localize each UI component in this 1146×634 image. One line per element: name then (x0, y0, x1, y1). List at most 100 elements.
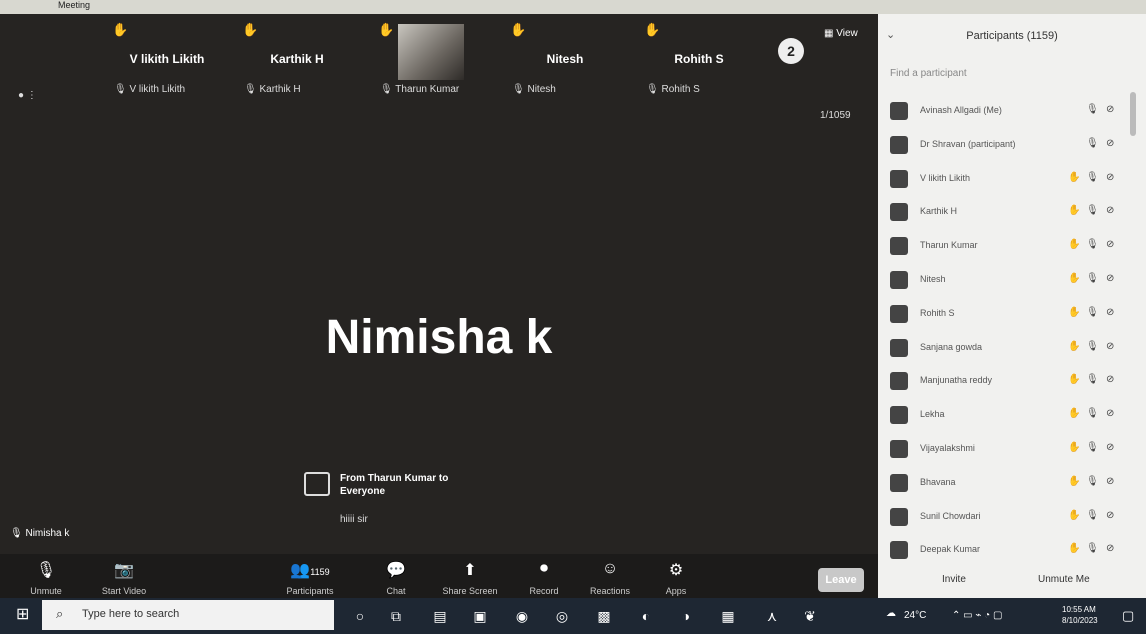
view-button[interactable]: ▦ View (824, 28, 858, 39)
participant-row[interactable]: Nitesh ✋ 🎙 ⊘ (878, 267, 1146, 297)
video-off-icon[interactable]: ⊘ (1106, 239, 1114, 250)
video-off-icon[interactable]: ⊘ (1106, 205, 1114, 216)
video-off-icon[interactable]: ⊘ (1106, 476, 1114, 487)
explorer-icon[interactable]: ▤ (430, 606, 450, 626)
mic-muted-icon[interactable]: 🎙 (1086, 476, 1099, 487)
video-off-icon[interactable]: ⊘ (1106, 341, 1114, 352)
page-indicator: 1/1059 (820, 110, 851, 121)
participant-row[interactable]: Deepak Kumar ✋ 🎙 ⊘ (878, 537, 1146, 567)
zoom-icon[interactable]: ▩ (594, 606, 614, 626)
video-off-icon[interactable]: ⊘ (1106, 543, 1114, 554)
unmute-button[interactable]: 🎙 Unmute (6, 560, 86, 596)
mic-muted-icon[interactable]: 🎙 (1086, 273, 1099, 284)
mic-muted-icon[interactable]: 🎙 (1086, 104, 1099, 115)
participants-button[interactable]: 👥1159 Participants (270, 560, 350, 596)
chat-from: From Tharun Kumar to Everyone (340, 473, 449, 497)
participant-name: Karthik H (920, 206, 958, 217)
video-off-icon[interactable]: ⊘ (1106, 442, 1114, 453)
video-off-icon[interactable]: ⊘ (1106, 138, 1114, 149)
taskbar-search-placeholder: Type here to search (82, 608, 180, 620)
participant-row[interactable]: Manjunatha reddy ✋ 🎙 ⊘ (878, 368, 1146, 398)
mic-muted-icon[interactable]: 🎙 (1086, 239, 1099, 250)
participant-avatar (890, 372, 908, 391)
more-options-icon[interactable]: ● ⋮ (18, 90, 37, 101)
meeting-view: ● ⋮ ✋ V likith Likith 🎙 V likith Likith … (0, 14, 878, 612)
next-page-button[interactable]: 2 (778, 38, 804, 64)
mic-muted-icon[interactable]: 🎙 (1086, 408, 1099, 419)
participant-avatar (890, 304, 908, 323)
mic-muted-icon[interactable]: 🎙 (1086, 307, 1099, 318)
raised-hand-icon: ✋ (1068, 442, 1081, 453)
task-view-icon[interactable]: ⧉ (386, 606, 406, 626)
mic-muted-icon[interactable]: 🎙 (1086, 510, 1099, 521)
weather-icon[interactable]: ☁ (886, 608, 896, 619)
participant-name: Deepak Kumar (920, 544, 981, 555)
participant-row[interactable]: Avinash Allgadi (Me) 🎙 ⊘ (878, 98, 1146, 128)
tile-label: 🎙 Karthik H (244, 84, 301, 95)
taskbar-search-box[interactable]: ⌕ Type here to search (42, 600, 334, 630)
browser-icon[interactable]: ◉ (512, 606, 532, 626)
chat-notification[interactable]: From Tharun Kumar to Everyone hiiii sir (300, 470, 490, 540)
leave-button[interactable]: Leave (818, 568, 864, 592)
mic-muted-icon[interactable]: 🎙 (1086, 374, 1099, 385)
leaf-icon[interactable]: ❦ (800, 606, 820, 626)
participant-name: Bhavana (920, 476, 956, 487)
participant-name: Tharun Kumar (920, 240, 978, 251)
video-off-icon[interactable]: ⊘ (1106, 172, 1114, 183)
pdf-icon[interactable]: ⋏ (762, 606, 782, 626)
video-tile[interactable]: ✋ Nitesh 🎙 Nitesh (506, 20, 624, 104)
mic-muted-icon[interactable]: 🎙 (1086, 138, 1099, 149)
video-off-icon[interactable]: ⊘ (1106, 307, 1114, 318)
video-tile[interactable]: ✋ 🎙 Tharun Kumar (374, 20, 492, 104)
video-off-icon[interactable]: ⊘ (1106, 408, 1114, 419)
app-icon[interactable]: ▦ (718, 606, 738, 626)
participant-row[interactable]: Tharun Kumar ✋ 🎙 ⊘ (878, 233, 1146, 263)
share-screen-button[interactable]: ⬆ Share Screen (430, 560, 510, 596)
participant-row[interactable]: Dr Shravan (participant) 🎙 ⊘ (878, 132, 1146, 162)
app-icon[interactable]: ◑ (676, 606, 696, 626)
windows-start-icon[interactable]: ⊞ (16, 606, 34, 624)
mic-muted-icon[interactable]: 🎙 (1086, 341, 1099, 352)
notification-icon[interactable]: ▢ (1122, 608, 1134, 624)
participant-row[interactable]: Bhavana ✋ 🎙 ⊘ (878, 470, 1146, 500)
participant-row[interactable]: Lekha ✋ 🎙 ⊘ (878, 402, 1146, 432)
invite-button[interactable]: Invite (942, 574, 966, 585)
tile-label: 🎙 Nitesh (512, 84, 556, 95)
mic-muted-icon[interactable]: 🎙 (1086, 543, 1099, 554)
unmute-me-button[interactable]: Unmute Me (1038, 574, 1090, 585)
participant-row[interactable]: Karthik H ✋ 🎙 ⊘ (878, 199, 1146, 229)
video-off-icon[interactable]: ⊘ (1106, 273, 1114, 284)
self-name-label: 🎙 Nimisha k (10, 528, 70, 539)
raised-hand-icon: ✋ (1068, 374, 1081, 386)
mic-muted-icon[interactable]: 🎙 (1086, 205, 1099, 216)
video-off-icon[interactable]: ⊘ (1106, 374, 1114, 385)
video-off-icon[interactable]: ⊘ (1106, 104, 1114, 115)
video-tile[interactable]: ✋ Karthik H 🎙 Karthik H (238, 20, 356, 104)
window-titlebar: Meeting (0, 0, 1146, 14)
participant-row[interactable]: Sunil Chowdari ✋ 🎙 ⊘ (878, 504, 1146, 534)
tray-icons[interactable]: ⌃ ▭ ⌁ ◔ ▢ (952, 610, 1002, 621)
video-tile[interactable]: ✋ V likith Likith 🎙 V likith Likith (108, 20, 226, 104)
participant-avatar (890, 541, 908, 560)
video-off-icon[interactable]: ⊘ (1106, 510, 1114, 521)
start-video-button[interactable]: 📷 Start Video (84, 560, 164, 596)
video-tile[interactable]: ✋ Rohith S 🎙 Rohith S (640, 20, 758, 104)
participant-search-input[interactable]: Find a participant (890, 68, 1130, 84)
chrome-icon[interactable]: ◎ (552, 606, 572, 626)
participant-avatar (890, 237, 908, 256)
mic-muted-icon[interactable]: 🎙 (1086, 172, 1099, 183)
participant-row[interactable]: Sanjana gowda ✋ 🎙 ⊘ (878, 335, 1146, 365)
mic-muted-icon[interactable]: 🎙 (1086, 442, 1099, 453)
panel-title: Participants (1159) (966, 30, 1058, 42)
participant-row[interactable]: V likith Likith ✋ 🎙 ⊘ (878, 166, 1146, 196)
apps-button[interactable]: ⚙ Apps (636, 560, 716, 596)
participant-name: Sanjana gowda (920, 341, 983, 352)
clock[interactable]: 10:55 AM 8/10/2023 (1062, 604, 1098, 626)
chat-button[interactable]: 💬 Chat (356, 560, 436, 596)
app-icon[interactable]: ▣ (470, 606, 490, 626)
participant-row[interactable]: Rohith S ✋ 🎙 ⊘ (878, 301, 1146, 331)
app-icon[interactable]: ◐ (636, 606, 656, 626)
participant-row[interactable]: Vijayalakshmi ✋ 🎙 ⊘ (878, 436, 1146, 466)
cortana-icon[interactable]: ○ (350, 606, 370, 626)
raised-hand-icon: ✋ (1068, 171, 1081, 183)
